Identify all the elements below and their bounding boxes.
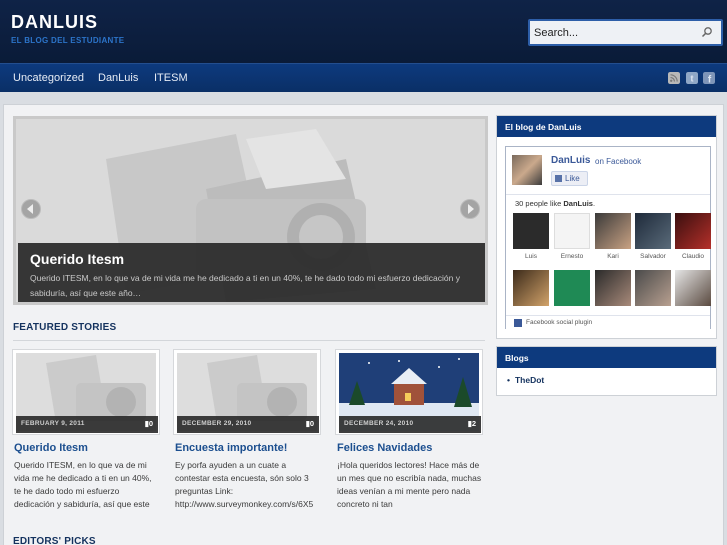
nav-item-uncategorized[interactable]: Uncategorized: [13, 72, 84, 84]
card-title[interactable]: Querido Itesm: [14, 442, 88, 454]
comment-count-value: 2: [471, 419, 476, 428]
blogs-widget: Blogs TheDot: [496, 346, 717, 396]
card-excerpt: Querido ITESM, en lo que va de mi vida m…: [14, 460, 152, 509]
slider-next-button[interactable]: [460, 199, 480, 219]
search-input[interactable]: [534, 25, 694, 41]
fb-on-facebook: on Facebook: [595, 157, 642, 166]
arrow-right-icon: [468, 204, 474, 214]
like-button[interactable]: Like: [551, 171, 588, 186]
fb-plugin-label[interactable]: Facebook social plugin: [526, 319, 592, 326]
card-excerpt: Ey porfa ayuden a un cuate a contestar e…: [175, 460, 314, 509]
section-divider: [13, 340, 485, 341]
slide-caption: Querido Itesm Querido ITESM, en lo que v…: [18, 243, 485, 302]
facebook-icon[interactable]: f: [703, 72, 715, 84]
featured-card: DECEMBER 24, 2010 ▮2 Felices Navidades ¡…: [335, 349, 485, 545]
fb-like-box: DanLuis on Facebook Like 30 people like …: [505, 146, 711, 329]
fan-name: Kari: [607, 253, 619, 260]
card-date: FEBRUARY 9, 2011: [21, 420, 85, 427]
comment-count[interactable]: ▮2: [468, 419, 476, 428]
fb-count-suffix: .: [592, 199, 596, 208]
fb-plugin-footer: Facebook social plugin: [506, 315, 710, 329]
site-title[interactable]: DANLUIS: [11, 12, 98, 33]
fan-item[interactable]: Claudio: [675, 213, 711, 260]
card-meta-bar: DECEMBER 29, 2010 ▮0: [177, 416, 319, 433]
svg-text:t: t: [691, 74, 694, 84]
editors-picks-heading: EDITORS' PICKS: [13, 536, 96, 545]
site-tagline: EL BLOG DEL ESTUDIANTE: [11, 36, 125, 45]
fb-count-prefix: 30 people like: [515, 199, 564, 208]
fan-item[interactable]: Ernesto: [554, 213, 590, 260]
card-thumbnail[interactable]: DECEMBER 24, 2010 ▮2: [335, 349, 483, 435]
search-box[interactable]: [528, 19, 723, 46]
fb-like-count: 30 people like DanLuis.: [515, 199, 595, 208]
arrow-left-icon: [27, 204, 33, 214]
fan-item[interactable]: [675, 270, 711, 310]
comment-count-value: 0: [309, 419, 314, 428]
slider-prev-button[interactable]: [21, 199, 41, 219]
facebook-widget: El blog de DanLuis DanLuis on Facebook L…: [496, 115, 717, 339]
divider: [506, 194, 710, 195]
search-icon[interactable]: [701, 26, 713, 38]
fan-item[interactable]: Luis: [513, 213, 549, 260]
fan-item[interactable]: [595, 270, 631, 310]
blog-link[interactable]: TheDot: [507, 375, 716, 385]
blogs-list: TheDot: [497, 368, 716, 385]
fan-name: Salvador: [640, 253, 666, 260]
card-date: DECEMBER 24, 2010: [344, 420, 414, 427]
card-date: DECEMBER 29, 2010: [182, 420, 252, 427]
comment-count-value: 0: [148, 419, 153, 428]
fan-name: Claudio: [681, 253, 705, 260]
avatar[interactable]: [512, 155, 542, 185]
fan-item[interactable]: [513, 270, 549, 310]
widget-title: Blogs: [497, 347, 716, 368]
fb-count-name: DanLuis: [563, 199, 593, 208]
like-label: Like: [565, 174, 580, 183]
fan-item[interactable]: Kari: [595, 213, 631, 260]
featured-card: DECEMBER 29, 2010 ▮0 Encuesta importante…: [173, 349, 323, 545]
featured-heading: FEATURED STORIES: [13, 322, 117, 333]
card-thumbnail[interactable]: FEBRUARY 9, 2011 ▮0: [12, 349, 160, 435]
site-header: DANLUIS EL BLOG DEL ESTUDIANTE: [0, 0, 727, 63]
widget-title: El blog de DanLuis: [497, 116, 716, 137]
comment-count[interactable]: ▮0: [306, 419, 314, 428]
fan-name: Ernesto: [560, 253, 584, 260]
fan-item[interactable]: [635, 270, 671, 310]
card-title[interactable]: Encuesta importante!: [175, 442, 287, 454]
thumbs-up-icon: [555, 175, 562, 182]
nav-item-danluis[interactable]: DanLuis: [98, 72, 138, 84]
slide-excerpt: Querido ITESM, en lo que va de mi vida m…: [30, 273, 460, 298]
comment-count[interactable]: ▮0: [145, 419, 153, 428]
card-excerpt: ¡Hola queridos lectores! Hace más de un …: [337, 460, 482, 509]
featured-card: FEBRUARY 9, 2011 ▮0 Querido Itesm Querid…: [12, 349, 162, 545]
nav-item-itesm[interactable]: ITESM: [154, 72, 188, 84]
card-meta-bar: DECEMBER 24, 2010 ▮2: [339, 416, 481, 433]
card-meta-bar: FEBRUARY 9, 2011 ▮0: [16, 416, 158, 433]
card-thumbnail[interactable]: DECEMBER 29, 2010 ▮0: [173, 349, 321, 435]
card-title[interactable]: Felices Navidades: [337, 442, 432, 454]
twitter-icon[interactable]: t: [686, 72, 698, 84]
fan-item[interactable]: Salvador: [635, 213, 671, 260]
fan-item[interactable]: [554, 270, 590, 310]
fan-name: Luis: [525, 253, 537, 260]
fb-page-name[interactable]: DanLuis: [551, 155, 590, 166]
facebook-icon: [514, 319, 522, 327]
slide-title[interactable]: Querido Itesm: [30, 251, 124, 267]
rss-icon[interactable]: [668, 72, 680, 84]
featured-slider[interactable]: Querido Itesm Querido ITESM, en lo que v…: [13, 116, 488, 305]
content-area: Querido Itesm Querido ITESM, en lo que v…: [3, 104, 724, 545]
main-nav: Uncategorized DanLuis ITESM t f: [0, 63, 727, 92]
